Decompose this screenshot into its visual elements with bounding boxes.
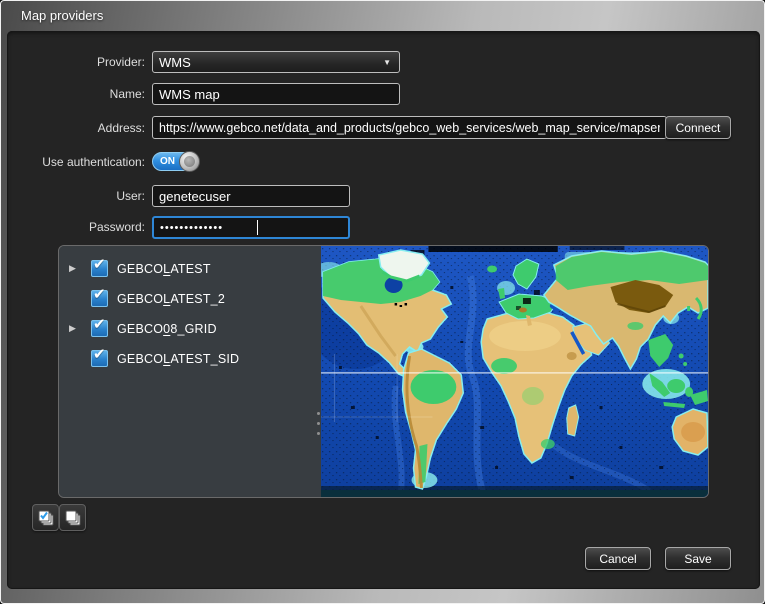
layer-label: GEBCOLATEST_2 [117,292,225,306]
check-all-layers-icon [38,510,54,526]
layer-checkbox[interactable]: ✔ [91,256,108,277]
layer-checkbox[interactable]: ✔ [91,286,108,307]
layer-label-post: 8_GRID [170,322,217,336]
provider-dropdown-value: WMS [159,54,191,70]
chevron-down-icon: ▼ [383,58,391,67]
layer-label-post: ATEST [170,262,211,276]
password-input[interactable] [152,216,350,239]
layer-label-pre: GEBCO [117,352,164,366]
splitter-grip-dot [317,432,320,435]
check-all-layers-button[interactable] [32,504,59,531]
cancel-button[interactable]: Cancel [585,547,651,570]
layer-label: GEBCO08_GRID [117,322,217,336]
layer-label-pre: GEBCO [117,292,164,306]
layer-label-post: ATEST_SID [170,352,240,366]
map-providers-dialog: Map providers Provider: WMS ▼ Name: Addr… [0,0,765,604]
splitter-grip-dot [317,412,320,415]
checkmark-icon: ✔ [93,346,106,363]
layers-tree: ▶ ✔ GEBCOLATEST ✔ GEBCOLATEST_2 ▶ ✔ GEBC… [59,246,316,497]
user-label: User: [116,189,145,203]
dialog-content: Provider: WMS ▼ Name: Address: Connect U… [7,31,760,589]
save-button[interactable]: Save [665,547,731,570]
world-map-preview-image [321,246,708,497]
name-input[interactable] [152,83,400,105]
layer-row[interactable]: ✔ GEBCOLATEST_2 [59,286,316,314]
uncheck-all-layers-button[interactable] [59,504,86,531]
provider-dropdown[interactable]: WMS ▼ [152,51,400,73]
toggle-knob-icon[interactable] [179,151,200,172]
layer-label-pre: GEBCO [117,322,164,336]
layer-checkbox[interactable]: ✔ [91,316,108,337]
checkmark-icon: ✔ [93,286,106,303]
layer-label-post: ATEST_2 [170,292,225,306]
password-label: Password: [88,220,145,234]
name-label: Name: [109,87,145,101]
provider-label: Provider: [96,55,145,69]
checkmark-icon: ✔ [93,316,106,333]
layer-label: GEBCOLATEST_SID [117,352,239,366]
layer-label-pre: GEBCO [117,262,164,276]
expand-arrow-icon[interactable]: ▶ [69,263,79,274]
expand-arrow-icon[interactable]: ▶ [69,323,79,334]
map-preview-container [321,246,708,497]
checkmark-icon: ✔ [93,256,106,273]
layer-row[interactable]: ✔ GEBCOLATEST_SID [59,346,316,374]
address-label: Address: [97,121,145,135]
layer-label: GEBCOLATEST [117,262,211,276]
dialog-title: Map providers [21,8,104,23]
layers-panel: ▶ ✔ GEBCOLATEST ✔ GEBCOLATEST_2 ▶ ✔ GEBC… [58,245,709,498]
use-authentication-label: Use authentication: [42,155,145,169]
user-input[interactable] [152,185,350,207]
layer-row[interactable]: ▶ ✔ GEBCO08_GRID [59,316,316,344]
use-authentication-toggle[interactable]: ON [152,151,200,172]
connect-button[interactable]: Connect [665,116,731,139]
layer-checkbox[interactable]: ✔ [91,346,108,367]
uncheck-all-layers-icon [65,510,81,526]
toggle-knob-inner [184,156,195,167]
title-bar[interactable]: Map providers [1,1,764,31]
splitter-grip-dot [317,422,320,425]
address-input[interactable] [152,116,667,139]
layer-row[interactable]: ▶ ✔ GEBCOLATEST [59,256,316,284]
text-caret [257,220,258,235]
